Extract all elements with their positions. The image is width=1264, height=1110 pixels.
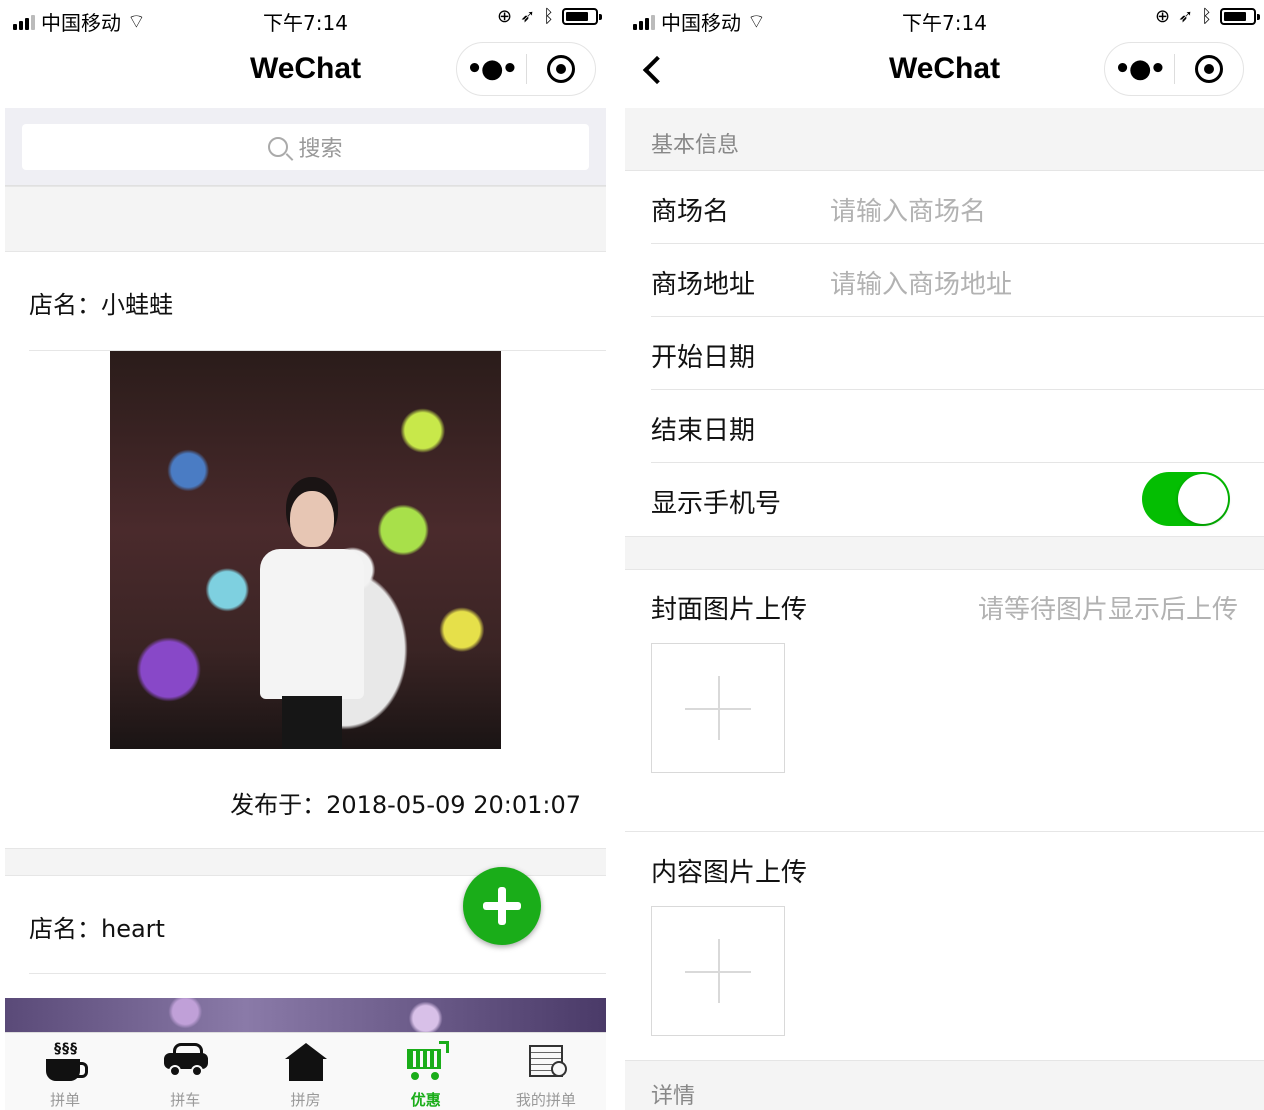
house-icon bbox=[284, 1041, 327, 1081]
divider bbox=[625, 831, 1264, 832]
tab-label: 拼单 bbox=[50, 1091, 81, 1109]
form-row-show-phone: 显示手机号 bbox=[625, 463, 1264, 536]
mall-name-input[interactable]: 请输入商场名 bbox=[830, 191, 986, 228]
section-gap bbox=[625, 536, 1264, 570]
tab-pinfang[interactable]: 拼房 bbox=[245, 1033, 365, 1110]
miniprogram-capsule: •●• bbox=[456, 42, 596, 96]
tab-pinche[interactable]: 拼车 bbox=[125, 1033, 245, 1110]
status-bar: 中国移动 ⌔ 下午7:14 ⊕ ➶ ᛒ bbox=[5, 0, 606, 38]
add-post-button[interactable] bbox=[463, 867, 541, 945]
coffee-cup-icon: §§§ bbox=[44, 1041, 89, 1081]
show-phone-toggle[interactable] bbox=[1142, 472, 1230, 526]
cover-image-uploader[interactable] bbox=[651, 643, 785, 773]
bluetooth-icon: ᛒ bbox=[543, 6, 554, 27]
bluetooth-icon: ᛒ bbox=[1201, 6, 1212, 27]
shopping-cart-icon bbox=[405, 1041, 449, 1080]
divider bbox=[29, 973, 606, 974]
nav-bar: WeChat •●• bbox=[5, 38, 606, 108]
status-bar: 中国移动 ⌔ 下午7:14 ⊕ ➶ ᛒ bbox=[625, 0, 1264, 38]
field-label: 开始日期 bbox=[651, 343, 756, 373]
form-row-start-date[interactable]: 开始日期 bbox=[625, 317, 1264, 390]
tab-my-orders[interactable]: 我的拼单 bbox=[486, 1033, 606, 1110]
tab-label: 优惠 bbox=[410, 1091, 441, 1109]
mall-address-input[interactable]: 请输入商场地址 bbox=[830, 264, 1012, 301]
section-header-detail: 详情 bbox=[625, 1060, 1264, 1110]
publish-time: 发布于：2018-05-09 20:01:07 bbox=[230, 791, 581, 819]
right-phone-screen: 中国移动 ⌔ 下午7:14 ⊕ ➶ ᛒ WeChat •●• 基本信息 商场名 … bbox=[625, 0, 1264, 1110]
field-label: 显示手机号 bbox=[651, 489, 782, 519]
section-header-basic: 基本信息 bbox=[625, 108, 1264, 171]
tab-label: 我的拼单 bbox=[515, 1091, 576, 1109]
tab-bar: §§§ 拼单 拼车 拼房 优惠 我的拼单 bbox=[5, 1032, 606, 1110]
search-icon bbox=[268, 137, 289, 157]
left-phone-screen: 中国移动 ⌔ 下午7:14 ⊕ ➶ ᛒ WeChat •●• 搜索 店名：小蛙蛙 bbox=[5, 0, 606, 1110]
form-row-end-date[interactable]: 结束日期 bbox=[625, 390, 1264, 463]
search-input[interactable]: 搜索 bbox=[22, 124, 589, 170]
content-upload-label: 内容图片上传 bbox=[651, 858, 808, 888]
car-icon bbox=[164, 1041, 209, 1077]
tab-youhui[interactable]: 优惠 bbox=[366, 1033, 486, 1110]
orientation-lock-icon: ⊕ bbox=[1155, 6, 1171, 27]
target-icon bbox=[546, 55, 575, 83]
field-label: 商场地址 bbox=[651, 270, 756, 300]
cover-upload-label: 封面图片上传 bbox=[651, 595, 808, 625]
tab-label: 拼车 bbox=[170, 1091, 201, 1109]
store-name[interactable]: 店名：heart bbox=[29, 909, 165, 944]
content-image-uploader[interactable] bbox=[651, 906, 785, 1036]
section-gap bbox=[5, 186, 606, 252]
document-check-icon bbox=[525, 1041, 567, 1077]
battery-icon bbox=[562, 8, 602, 25]
cover-upload-hint: 请等待图片显示后上传 bbox=[977, 595, 1238, 625]
nav-bar: WeChat •●• bbox=[625, 38, 1264, 108]
field-label: 商场名 bbox=[651, 197, 730, 227]
form-row-mall-name: 商场名 请输入商场名 bbox=[625, 171, 1264, 244]
post-image[interactable] bbox=[110, 351, 501, 749]
search-bar: 搜索 bbox=[5, 108, 606, 186]
more-options-icon[interactable]: •●• bbox=[457, 54, 526, 84]
more-options-icon[interactable]: •●• bbox=[1105, 54, 1174, 84]
tab-pindan[interactable]: §§§ 拼单 bbox=[5, 1033, 125, 1110]
store-name[interactable]: 店名：小蛙蛙 bbox=[29, 285, 173, 320]
close-miniprogram-button[interactable] bbox=[527, 55, 596, 83]
location-icon: ➶ bbox=[520, 6, 536, 27]
close-miniprogram-button[interactable] bbox=[1175, 55, 1244, 83]
location-icon: ➶ bbox=[1178, 6, 1194, 27]
miniprogram-capsule: •●• bbox=[1104, 42, 1244, 96]
target-icon bbox=[1194, 55, 1223, 83]
post-image[interactable] bbox=[5, 998, 606, 1032]
tab-label: 拼房 bbox=[290, 1091, 321, 1109]
search-placeholder: 搜索 bbox=[298, 137, 343, 162]
form-row-mall-address: 商场地址 请输入商场地址 bbox=[625, 244, 1264, 317]
battery-icon bbox=[1220, 8, 1260, 25]
field-label: 结束日期 bbox=[651, 416, 756, 446]
orientation-lock-icon: ⊕ bbox=[497, 6, 513, 27]
